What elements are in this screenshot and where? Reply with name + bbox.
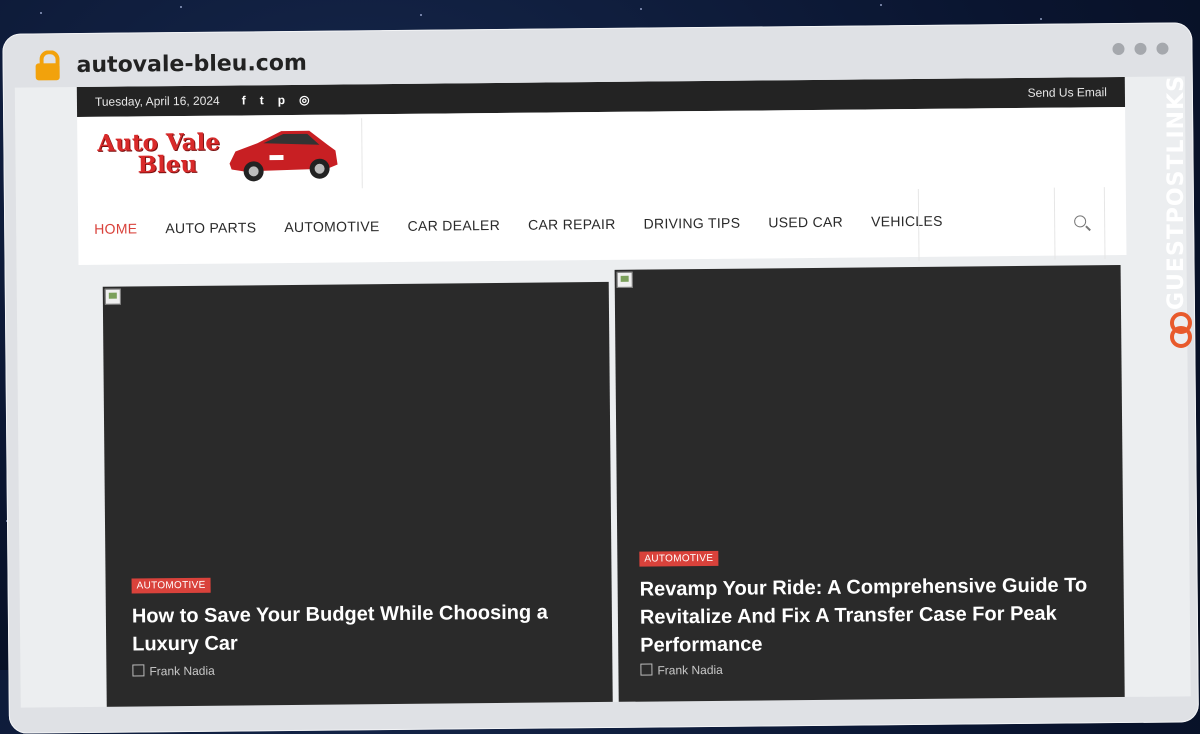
window-controls (1112, 42, 1169, 56)
page-viewport: Tuesday, April 16, 2024 f t p ◎ Send Us … (14, 76, 1191, 708)
car-icon (229, 130, 338, 182)
post-card[interactable]: AUTOMOTIVE Revamp Your Ride: A Comprehen… (614, 265, 1125, 708)
nav-item-used-car[interactable]: USED CAR (768, 214, 843, 231)
social-links: f t p ◎ (242, 93, 310, 108)
twitter-icon[interactable]: t (260, 93, 264, 107)
main-nav: HOME AUTO PARTS AUTOMOTIVE CAR DEALER CA… (94, 213, 943, 237)
site-header: Auto Vale Bleu HOME AUTO PARTS AUTOMOTIV… (77, 106, 1127, 266)
send-email-link[interactable]: Send Us Email (1027, 85, 1107, 100)
current-date: Tuesday, April 16, 2024 (94, 93, 220, 109)
window-dot-icon[interactable] (1134, 42, 1147, 55)
nav-divider (1103, 187, 1106, 260)
url-text[interactable]: autovale-bleu.com (76, 50, 306, 77)
nav-item-driving-tips[interactable]: DRIVING TIPS (644, 215, 741, 232)
guestpostlinks-watermark: GUESTPOSTLINKS (1160, 60, 1200, 360)
broken-image-icon (104, 288, 121, 305)
watermark-text: GUESTPOSTLINKS (1164, 75, 1189, 310)
post-title[interactable]: Revamp Your Ride: A Comprehensive Guide … (640, 571, 1111, 660)
nav-divider (1053, 187, 1056, 260)
window-dot-icon[interactable] (1156, 42, 1169, 55)
instagram-icon[interactable]: ◎ (299, 93, 310, 107)
post-title[interactable]: How to Save Your Budget While Choosing a… (132, 598, 583, 658)
address-bar[interactable]: autovale-bleu.com (32, 43, 307, 86)
browser-window: autovale-bleu.com Tuesday, April 16, 202… (2, 0, 1200, 734)
link-icon (1170, 308, 1192, 348)
nav-item-automotive[interactable]: AUTOMOTIVE (284, 218, 379, 235)
lock-icon (32, 50, 62, 81)
post-author[interactable]: Frank Nadia (132, 664, 215, 679)
facebook-icon[interactable]: f (242, 93, 246, 107)
category-badge[interactable]: AUTOMOTIVE (131, 577, 211, 594)
nav-item-vehicles[interactable]: VEHICLES (871, 213, 943, 230)
post-card[interactable]: AUTOMOTIVE How to Save Your Budget While… (102, 281, 613, 708)
logo-text: Auto Vale Bleu (97, 128, 221, 179)
category-badge[interactable]: AUTOMOTIVE (639, 550, 719, 567)
nav-item-car-dealer[interactable]: CAR DEALER (408, 217, 501, 234)
pinterest-icon[interactable]: p (278, 93, 285, 107)
broken-image-icon (616, 271, 633, 288)
search-icon[interactable] (1074, 215, 1092, 233)
post-author[interactable]: Frank Nadia (640, 663, 723, 678)
site-logo[interactable]: Auto Vale Bleu (83, 118, 363, 191)
nav-item-car-repair[interactable]: CAR REPAIR (528, 216, 616, 233)
nav-item-home[interactable]: HOME (94, 220, 137, 236)
pencil-icon (132, 664, 145, 677)
window-dot-icon[interactable] (1112, 42, 1125, 56)
nav-item-auto-parts[interactable]: AUTO PARTS (165, 219, 256, 236)
